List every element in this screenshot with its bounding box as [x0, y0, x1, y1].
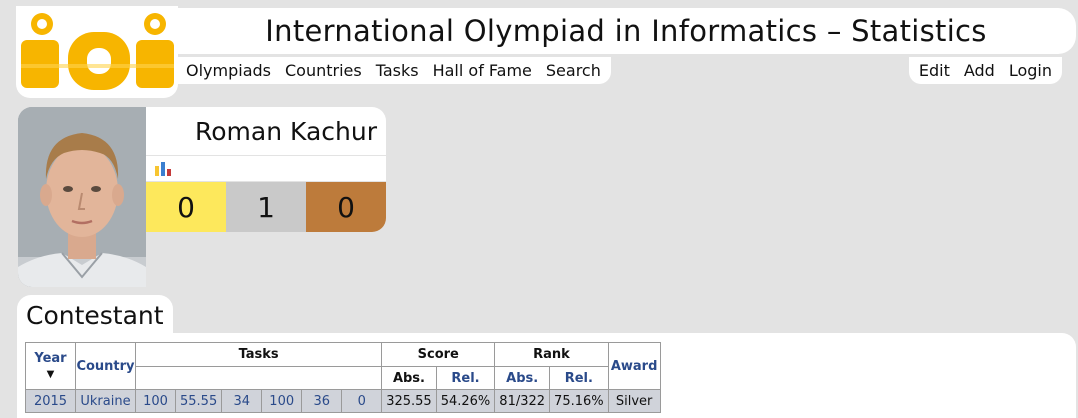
account-nav: Edit Add Login [908, 57, 1062, 84]
rank-rel-cell: 75.16% [549, 389, 609, 413]
task-score-cell[interactable]: 36 [301, 389, 343, 413]
score-header: Score [381, 342, 496, 367]
contestant-photo [18, 107, 146, 287]
task-score-cell[interactable]: 100 [135, 389, 176, 413]
country-header[interactable]: Country [75, 342, 136, 390]
silver-medal-count: 1 [226, 182, 306, 232]
nav-countries[interactable]: Countries [285, 61, 362, 80]
section-title: Contestant [26, 300, 164, 330]
score-rel-cell: 54.26% [435, 389, 496, 413]
country-header-label[interactable]: Country [76, 359, 134, 374]
country-cell[interactable]: Ukraine [75, 389, 136, 413]
award-header-label[interactable]: Award [611, 359, 658, 374]
nav-edit[interactable]: Edit [919, 61, 950, 80]
tasks-spacer [135, 366, 382, 390]
main-nav: Olympiads Countries Tasks Hall of Fame S… [178, 57, 611, 84]
rank-rel-label[interactable]: Rel. [565, 371, 593, 386]
year-header-label[interactable]: Year [34, 351, 66, 366]
rank-abs-cell: 81/322 [494, 389, 551, 413]
task-score-cell[interactable]: 100 [261, 389, 303, 413]
rank-abs-label[interactable]: Abs. [506, 371, 538, 386]
nav-search[interactable]: Search [546, 61, 601, 80]
year-header[interactable]: Year ▼ [25, 342, 76, 390]
score-rel-label[interactable]: Rel. [451, 371, 479, 386]
name-header: Roman Kachur [146, 107, 386, 155]
section-tab: Contestant [17, 295, 173, 335]
score-rel-header[interactable]: Rel. [435, 366, 496, 390]
portrait-image [18, 107, 146, 287]
ioi-logo-icon [21, 13, 174, 90]
nav-login[interactable]: Login [1009, 61, 1052, 80]
task-score-cell[interactable]: 0 [341, 389, 383, 413]
rank-header: Rank [494, 342, 609, 367]
nav-hall-of-fame[interactable]: Hall of Fame [433, 61, 532, 80]
bronze-medal-count: 0 [306, 182, 386, 232]
stats-toolbar [146, 156, 386, 181]
score-abs-cell: 325.55 [381, 389, 437, 413]
nav-tasks[interactable]: Tasks [376, 61, 419, 80]
results-table: Year ▼ Country Tasks Score Rank Award Ab… [25, 342, 661, 413]
table-row: 2015 Ukraine 100 55.55 34 100 36 0 325.5… [25, 389, 661, 413]
medal-counts: 0 1 0 [146, 182, 386, 232]
task-score-cell[interactable]: 55.55 [174, 389, 223, 413]
task-score-cell[interactable]: 34 [221, 389, 263, 413]
rank-abs-header[interactable]: Abs. [494, 366, 551, 390]
nav-olympiads[interactable]: Olympiads [186, 61, 271, 80]
rank-rel-header[interactable]: Rel. [549, 366, 609, 390]
award-cell: Silver [607, 389, 661, 413]
site-logo[interactable] [16, 6, 178, 98]
tasks-header: Tasks [134, 342, 383, 367]
sort-desc-icon: ▼ [46, 369, 55, 380]
gold-medal-count: 0 [146, 182, 226, 232]
nav-add[interactable]: Add [964, 61, 995, 80]
score-abs-header: Abs. [381, 366, 437, 390]
site-title: International Olympiad in Informatics – … [265, 14, 987, 48]
year-cell[interactable]: 2015 [25, 389, 76, 413]
bar-chart-icon[interactable] [154, 161, 172, 176]
contestant-name: Roman Kachur [195, 116, 377, 146]
site-title-bar: International Olympiad in Informatics – … [176, 8, 1076, 54]
award-header[interactable]: Award [607, 342, 661, 390]
